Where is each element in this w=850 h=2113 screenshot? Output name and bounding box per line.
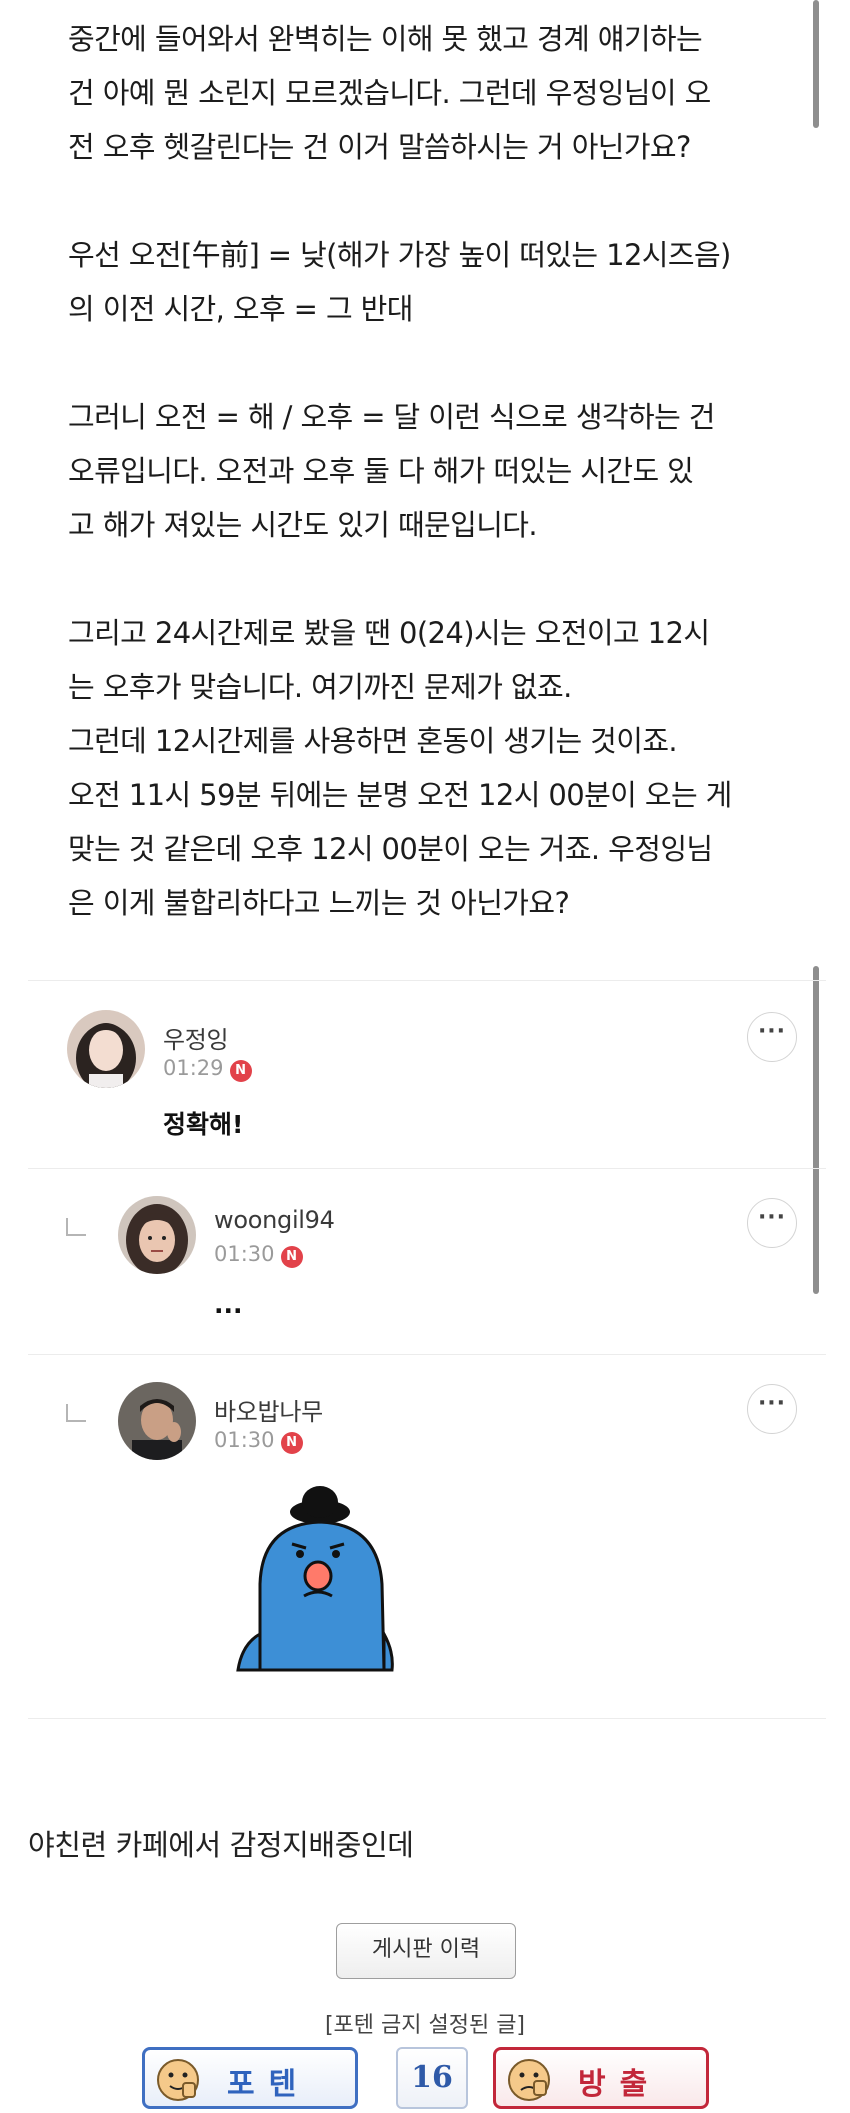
comment-time: 01:29 N bbox=[163, 1056, 252, 1082]
new-badge: N bbox=[280, 1246, 303, 1268]
post-line: 고 해가 져있는 시간도 있기 때문입니다. bbox=[68, 508, 538, 542]
comments-top-divider bbox=[28, 980, 826, 981]
comment-author[interactable]: woongil94 bbox=[214, 1206, 335, 1234]
post-line: 오류입니다. 오전과 오후 둘 다 해가 떠있는 시간도 있 bbox=[68, 454, 694, 488]
comment-text: 정확해! bbox=[163, 1110, 244, 1139]
comment-time-value: 01:30 bbox=[214, 1428, 275, 1452]
post-line: 맞는 것 같은데 오후 12시 00분이 오는 거죠. 우정잉님 bbox=[68, 832, 713, 866]
comment-time: 01:30 N bbox=[214, 1242, 303, 1268]
cafe-text: 야친련 카페에서 감정지배중인데 bbox=[28, 1828, 414, 1862]
post-line: 그리고 24시간제로 봤을 땐 0(24)시는 오전이고 12시 bbox=[68, 616, 710, 650]
vote-negative-button[interactable]: 방출 bbox=[493, 2047, 709, 2109]
sad-blob-emoticon bbox=[232, 1484, 396, 1672]
comment-more-button[interactable]: ··· bbox=[747, 1012, 797, 1062]
post-line: 오전 11시 59분 뒤에는 분명 오전 12시 00분이 오는 게 bbox=[68, 778, 732, 812]
comment-author[interactable]: 바오밥나무 bbox=[214, 1392, 323, 1427]
comment-more-button[interactable]: ··· bbox=[747, 1198, 797, 1248]
vote-positive-button[interactable]: 포텐 bbox=[142, 2047, 358, 2109]
avatar[interactable] bbox=[118, 1196, 196, 1274]
comments-bottom-divider bbox=[28, 1718, 826, 1719]
post-line: 우선 오전[午前] = 낮(해가 가장 높이 떠있는 12시즈음) bbox=[68, 238, 731, 272]
comment-time-value: 01:29 bbox=[163, 1056, 224, 1080]
board-history-button[interactable]: 게시판 이력 bbox=[336, 1923, 516, 1979]
post-body: 중간에 들어와서 완벽히는 이해 못 했고 경계 얘기하는 건 아예 뭔 소린지… bbox=[68, 12, 798, 930]
post-line: 는 오후가 맞습니다. 여기까진 문제가 없죠. bbox=[68, 670, 572, 704]
vote-count: 16 bbox=[396, 2047, 468, 2109]
potential-forbid-note: [포텐 금지 설정된 글] bbox=[324, 2013, 526, 2038]
post-line: 그러니 오전 = 해 / 오후 = 달 이런 식으로 생각하는 건 bbox=[68, 400, 715, 434]
vote-negative-label: 방출 bbox=[578, 2067, 662, 2102]
thumbs-up-icon bbox=[157, 2059, 199, 2101]
post-line: 의 이전 시간, 오후 = 그 반대 bbox=[68, 292, 413, 326]
post-line: 은 이게 불합리하다고 느끼는 것 아닌가요? bbox=[68, 886, 570, 920]
post-line: 중간에 들어와서 완벽히는 이해 못 했고 경계 얘기하는 bbox=[68, 22, 703, 56]
reply-arrow-icon bbox=[66, 1404, 86, 1422]
comment-text: ... bbox=[214, 1290, 243, 1319]
vote-positive-label: 포텐 bbox=[227, 2067, 311, 2102]
comment-divider bbox=[28, 1354, 826, 1355]
post-line: 전 오후 헷갈린다는 건 이거 말씀하시는 거 아닌가요? bbox=[68, 130, 691, 164]
scrollbar-comments[interactable] bbox=[813, 966, 819, 1294]
thumbs-down-icon bbox=[508, 2059, 550, 2101]
avatar[interactable] bbox=[118, 1382, 196, 1460]
new-badge: N bbox=[229, 1060, 252, 1082]
scrollbar-top[interactable] bbox=[813, 0, 819, 128]
comment-time: 01:30 N bbox=[214, 1428, 303, 1454]
post-line: 건 아예 뭔 소린지 모르겠습니다. 그런데 우정잉님이 오 bbox=[68, 76, 711, 110]
comment-author[interactable]: 우정잉 bbox=[163, 1020, 229, 1055]
comment-more-button[interactable]: ··· bbox=[747, 1384, 797, 1434]
post-line: 그런데 12시간제를 사용하면 혼동이 생기는 것이죠. bbox=[68, 724, 678, 758]
reply-arrow-icon bbox=[66, 1218, 86, 1236]
new-badge: N bbox=[280, 1432, 303, 1454]
avatar[interactable] bbox=[67, 1010, 145, 1088]
comment-divider bbox=[28, 1168, 826, 1169]
comment-time-value: 01:30 bbox=[214, 1242, 275, 1266]
